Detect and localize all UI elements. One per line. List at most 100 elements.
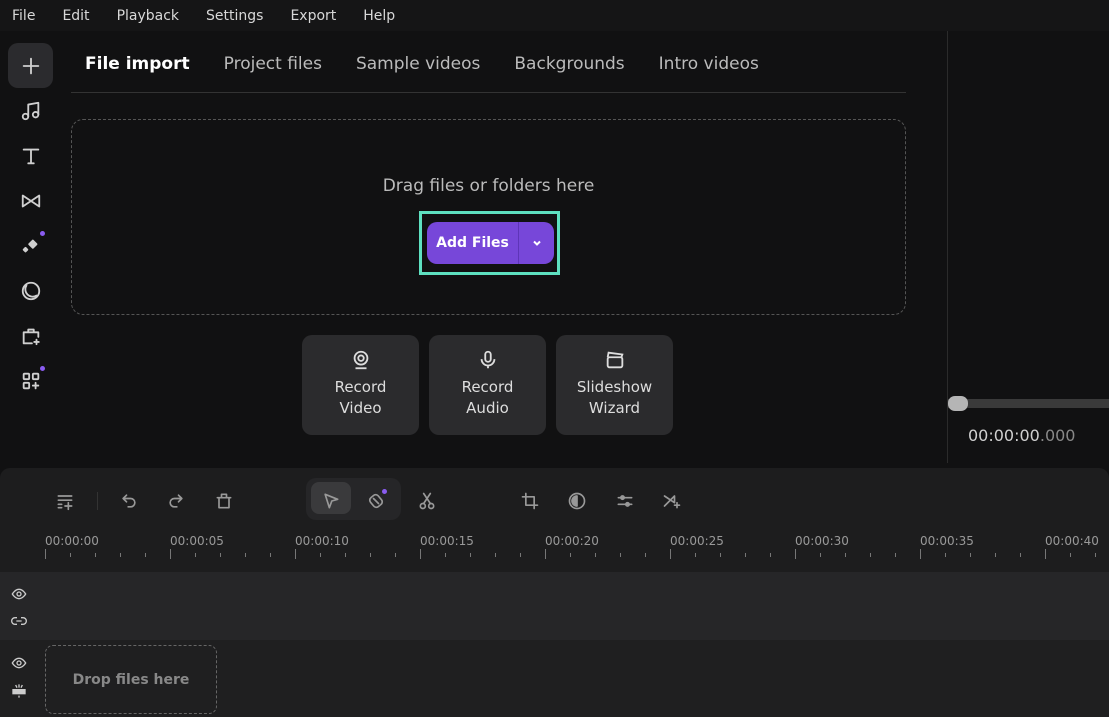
add-files-dropdown[interactable] [519,237,554,249]
music-icon [21,101,39,120]
record-video-button[interactable]: Record Video [302,335,419,435]
action-label: Record [461,378,514,396]
action-label: Wizard [588,399,641,417]
sidebar-music[interactable] [8,88,53,133]
sidebar-import[interactable] [8,43,53,88]
add-files-button[interactable]: Add Files [427,222,554,264]
tab-project-files[interactable]: Project files [224,54,322,74]
sidebar-effects[interactable] [8,223,53,268]
split-button[interactable] [412,486,442,516]
ruler-tick [1070,553,1071,557]
ruler-tick [1095,553,1096,557]
ruler-tick [370,553,371,557]
webcam-icon [353,350,368,370]
link-icon [11,617,27,625]
sidebar-transitions[interactable] [8,178,53,223]
redo-button[interactable] [161,486,191,516]
ruler-tick [70,553,71,557]
video-track [0,572,1109,640]
ruler-tick [745,553,746,557]
undo-button[interactable] [114,486,144,516]
add-track-button[interactable] [50,486,80,516]
redo-icon [169,494,183,508]
menu-edit[interactable]: Edit [62,8,89,24]
track-visibility-toggle[interactable] [11,586,27,606]
color-button[interactable] [562,486,592,516]
menu-file[interactable]: File [12,8,35,24]
ruler-label: 00:00:20 [545,534,599,548]
sticker-icon [21,281,40,300]
sidebar-store[interactable] [8,313,53,358]
ruler-tick [520,553,521,557]
menu-bar: File Edit Playback Settings Export Help [0,0,1109,31]
tab-backgrounds[interactable]: Backgrounds [514,54,624,74]
ruler-tick [545,549,546,559]
timeline-ruler[interactable]: 00:00:00 00:00:05 00:00:10 00:00:15 00:00:20… [0,532,1109,572]
action-label: Record [334,378,387,396]
undo-icon [122,494,136,508]
track-link-toggle[interactable] [11,613,27,633]
apps-icon [22,372,39,389]
transition-add-icon [663,495,681,509]
ruler-tick [920,549,921,559]
track-split-toggle[interactable] [11,683,27,703]
transition-icon [21,194,40,207]
ruler-tick [220,553,221,557]
menu-export[interactable]: Export [290,8,336,24]
delete-button[interactable] [209,486,239,516]
ruler-tick [195,553,196,557]
sidebar-text[interactable] [8,133,53,178]
ruler-tick [770,553,771,557]
sidebar-stickers[interactable] [8,268,53,313]
playback-slider-thumb[interactable] [948,396,968,411]
add-files-label[interactable]: Add Files [427,222,519,264]
drop-files-zone[interactable]: Drop files here [45,645,217,714]
ruler-label: 00:00:05 [170,534,224,548]
add-track-icon [57,495,73,511]
tab-file-import[interactable]: File import [85,54,190,74]
track-visibility-toggle[interactable] [11,655,27,675]
ruler-tick [845,553,846,557]
action-label: Slideshow [576,378,653,396]
crop-icon [521,492,539,510]
ruler-tick [270,553,271,557]
crop-button[interactable] [515,486,545,516]
split-clip-icon [12,684,26,698]
ruler-tick [670,549,671,559]
ruler-tick [995,553,996,557]
timeline-panel: 00:00:00 00:00:05 00:00:10 00:00:15 00:00:20… [0,468,1109,717]
menu-settings[interactable]: Settings [206,8,263,24]
slideshow-wizard-button[interactable]: Slideshow Wizard [556,335,673,435]
ruler-label: 00:00:15 [420,534,474,548]
tab-intro-videos[interactable]: Intro videos [659,54,759,74]
record-audio-button[interactable]: Record Audio [429,335,546,435]
playback-slider[interactable] [948,399,1109,408]
adjust-button[interactable] [610,486,640,516]
tab-sample-videos[interactable]: Sample videos [356,54,480,74]
contrast-icon [568,492,586,510]
ruler-tick [870,553,871,557]
ruler-tick [45,549,46,559]
file-drop-zone[interactable]: Drag files or folders here Add Files [71,119,906,315]
ruler-tick [945,553,946,557]
menu-help[interactable]: Help [363,8,395,24]
ruler-tick [95,553,96,557]
store-bag-icon [22,328,40,345]
ruler-tick [395,553,396,557]
add-transition-button[interactable] [657,486,687,516]
menu-playback[interactable]: Playback [117,8,179,24]
chevron-down-icon [532,240,541,246]
action-label: Video [339,399,382,417]
ruler-tick [720,553,721,557]
ruler-tick [495,553,496,557]
ruler-tick [1045,549,1046,559]
new-badge [40,231,45,236]
select-tool-button[interactable] [316,486,346,516]
sliders-icon [617,495,633,507]
microphone-icon [480,350,495,369]
ruler-label: 00:00:30 [795,534,849,548]
sidebar-apps[interactable] [8,358,53,403]
razor-link-tool-button[interactable] [361,486,391,516]
ruler-label: 00:00:35 [920,534,974,548]
drop-hint: Drag files or folders here [382,176,595,196]
